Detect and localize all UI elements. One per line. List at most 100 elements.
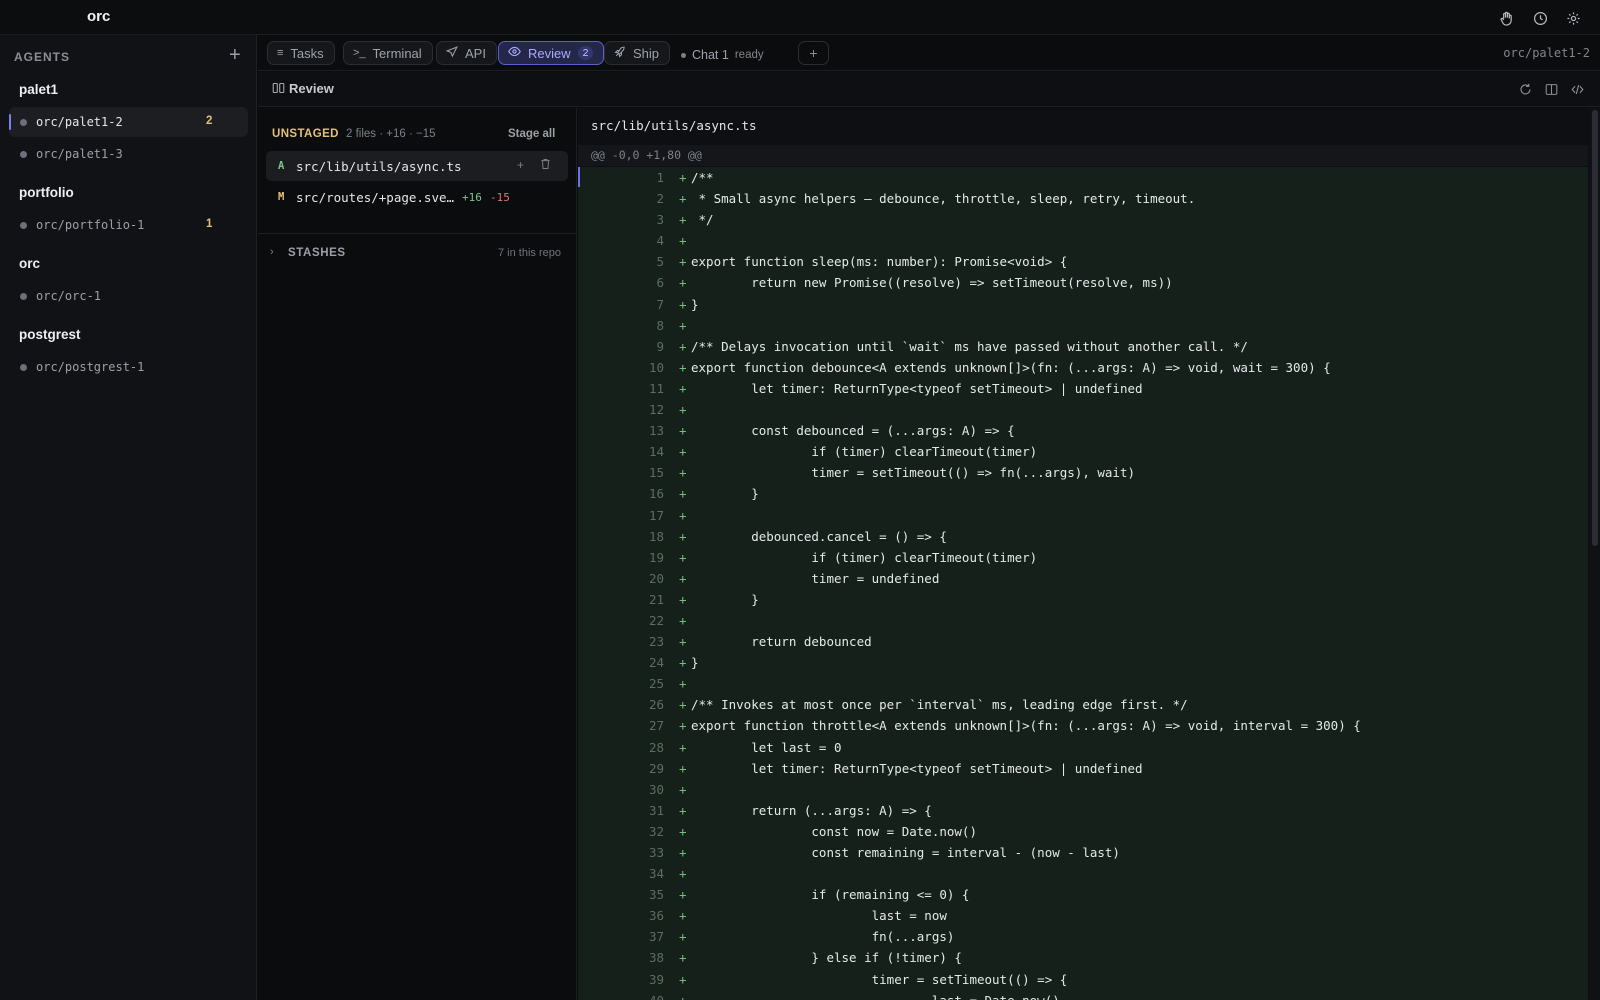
added-marker: + <box>679 990 687 1000</box>
line-number: 5 <box>656 254 664 270</box>
file-row-async-ts[interactable]: A src/lib/utils/async.ts + <box>266 151 568 181</box>
tab-ship[interactable]: Ship <box>604 41 671 65</box>
agent-item-palet1-2[interactable]: orc/palet1-2 2 <box>9 107 248 137</box>
tab-terminal[interactable]: >_ Terminal <box>343 41 433 65</box>
group-name: portfolio <box>19 185 74 200</box>
chevron-right-icon[interactable]: › <box>270 246 274 258</box>
diff-line: 4 + <box>578 230 1588 252</box>
send-icon <box>445 45 458 61</box>
line-number: 40 <box>578 990 664 1000</box>
discard-file-icon[interactable] <box>540 158 551 173</box>
scrollbar-thumb[interactable] <box>1592 110 1598 546</box>
line-code: last = Date.now() <box>691 990 1060 1000</box>
added-marker: + <box>679 254 687 270</box>
line-code: timer = undefined <box>691 570 940 586</box>
line-code: last = now <box>691 908 947 924</box>
stashes-toggle[interactable]: STASHES <box>288 247 346 259</box>
stash-count: 7 in this repo <box>498 247 561 259</box>
agent-item-palet1-3[interactable]: orc/palet1-3 <box>9 139 248 169</box>
tab-tasks[interactable]: ≡ Tasks <box>267 41 335 65</box>
line-number: 3 <box>656 212 664 228</box>
line-code: export function throttle<A extends unkno… <box>691 718 1361 734</box>
split-view-icon[interactable] <box>1542 80 1560 98</box>
file-status: M <box>278 191 285 203</box>
line-code: } <box>691 655 699 671</box>
line-code: if (timer) clearTimeout(timer) <box>691 444 1038 460</box>
diff-line: 12 + <box>578 399 1588 421</box>
hand-icon[interactable] <box>1497 9 1515 27</box>
added-marker: + <box>679 170 687 185</box>
file-row-page-svelte[interactable]: M src/routes/+page.sve… +16 -15 <box>266 182 568 212</box>
diff-line: 35 + if (remaining <= 0) { <box>578 884 1588 906</box>
stage-all-button[interactable]: Stage all <box>508 128 555 140</box>
agent-label: orc/portfolio-1 <box>36 218 145 232</box>
line-number: 35 <box>648 887 664 903</box>
line-number: 23 <box>648 634 664 650</box>
status-dot <box>20 293 27 300</box>
added-marker: + <box>679 402 687 418</box>
agent-item-portfolio-1[interactable]: orc/portfolio-1 1 <box>9 210 248 240</box>
line-code: if (timer) clearTimeout(timer) <box>691 549 1038 565</box>
tab-review[interactable]: Review 2 <box>498 41 605 65</box>
line-code: /** Delays invocation until `wait` ms ha… <box>691 338 1248 354</box>
added-marker: + <box>679 802 687 818</box>
add-agent-button[interactable]: + <box>229 45 241 65</box>
diff-line: 5 + export function sleep(ms: number): Pro… <box>578 251 1588 273</box>
code-icon[interactable] <box>1568 80 1586 98</box>
line-number: 26 <box>648 697 664 713</box>
line-number: 13 <box>648 423 664 439</box>
diff-line: 27 + export function throttle<A extends un… <box>578 715 1588 737</box>
file-additions: +16 <box>462 191 482 204</box>
added-marker: + <box>679 338 687 354</box>
line-number: 7 <box>656 296 664 312</box>
diff-line: 14 + if (timer) clearTimeout(timer) <box>578 441 1588 463</box>
added-marker: + <box>679 845 687 860</box>
history-icon[interactable] <box>1531 9 1549 27</box>
line-number: 20 <box>648 570 664 586</box>
diff-line: 13 + const debounced = (...args: A) => { <box>578 420 1588 442</box>
added-marker: + <box>679 570 687 586</box>
added-marker: + <box>679 781 687 797</box>
added-marker: + <box>679 465 687 481</box>
list-icon: ≡ <box>277 47 284 59</box>
diff-line: 9 +/** Delays invocation until `wait` ms … <box>578 335 1588 357</box>
scrollbar[interactable] <box>1590 108 1600 1000</box>
line-number: 12 <box>648 402 664 418</box>
status-dot <box>20 364 27 371</box>
agent-label: orc/postgrest-1 <box>36 360 145 374</box>
line-code: export function debounce<A extends unkno… <box>691 359 1331 375</box>
tab-api[interactable]: API <box>436 41 497 65</box>
line-number: 32 <box>648 823 664 839</box>
added-marker: + <box>679 950 687 966</box>
diff-file-path: src/lib/utils/async.ts <box>591 118 757 133</box>
line-number: 31 <box>648 802 664 818</box>
stage-file-icon[interactable]: + <box>517 158 524 172</box>
diff-line: 18 + debounced.cancel = () => { <box>578 525 1588 547</box>
line-number: 8 <box>656 317 664 333</box>
line-code: return (...args: A) => { <box>691 802 932 818</box>
agent-item-postgrest-1[interactable]: orc/postgrest-1 <box>9 352 248 382</box>
line-code: } <box>691 296 699 312</box>
refresh-icon[interactable] <box>1516 80 1534 98</box>
line-code: /** <box>691 170 714 185</box>
settings-icon[interactable] <box>1564 9 1582 27</box>
line-code: return debounced <box>691 634 872 650</box>
line-number: 15 <box>648 465 664 481</box>
group-name: palet1 <box>19 82 59 97</box>
added-marker: + <box>679 549 687 565</box>
tab-label: Chat 1 <box>692 48 729 62</box>
line-number: 28 <box>648 739 664 755</box>
added-marker: + <box>679 655 687 671</box>
new-tab-button[interactable]: + <box>798 41 829 65</box>
line-number: 10 <box>648 359 664 375</box>
line-number: 38 <box>648 950 664 966</box>
line-number: 14 <box>648 444 664 460</box>
diff-line: 7 +} <box>578 293 1588 315</box>
diff-line: 8 + <box>578 314 1588 336</box>
agent-item-orc-1[interactable]: orc/orc-1 <box>9 281 248 311</box>
code-lines[interactable]: 1 + /** 2 + * Small async helpers — debounce… <box>578 167 1588 1000</box>
agent-count-badge: 2 <box>206 115 213 127</box>
tab-badge: 2 <box>577 46 594 60</box>
line-number: 37 <box>648 929 664 945</box>
tab-chat-1[interactable]: Chat 1 ready <box>681 48 764 62</box>
